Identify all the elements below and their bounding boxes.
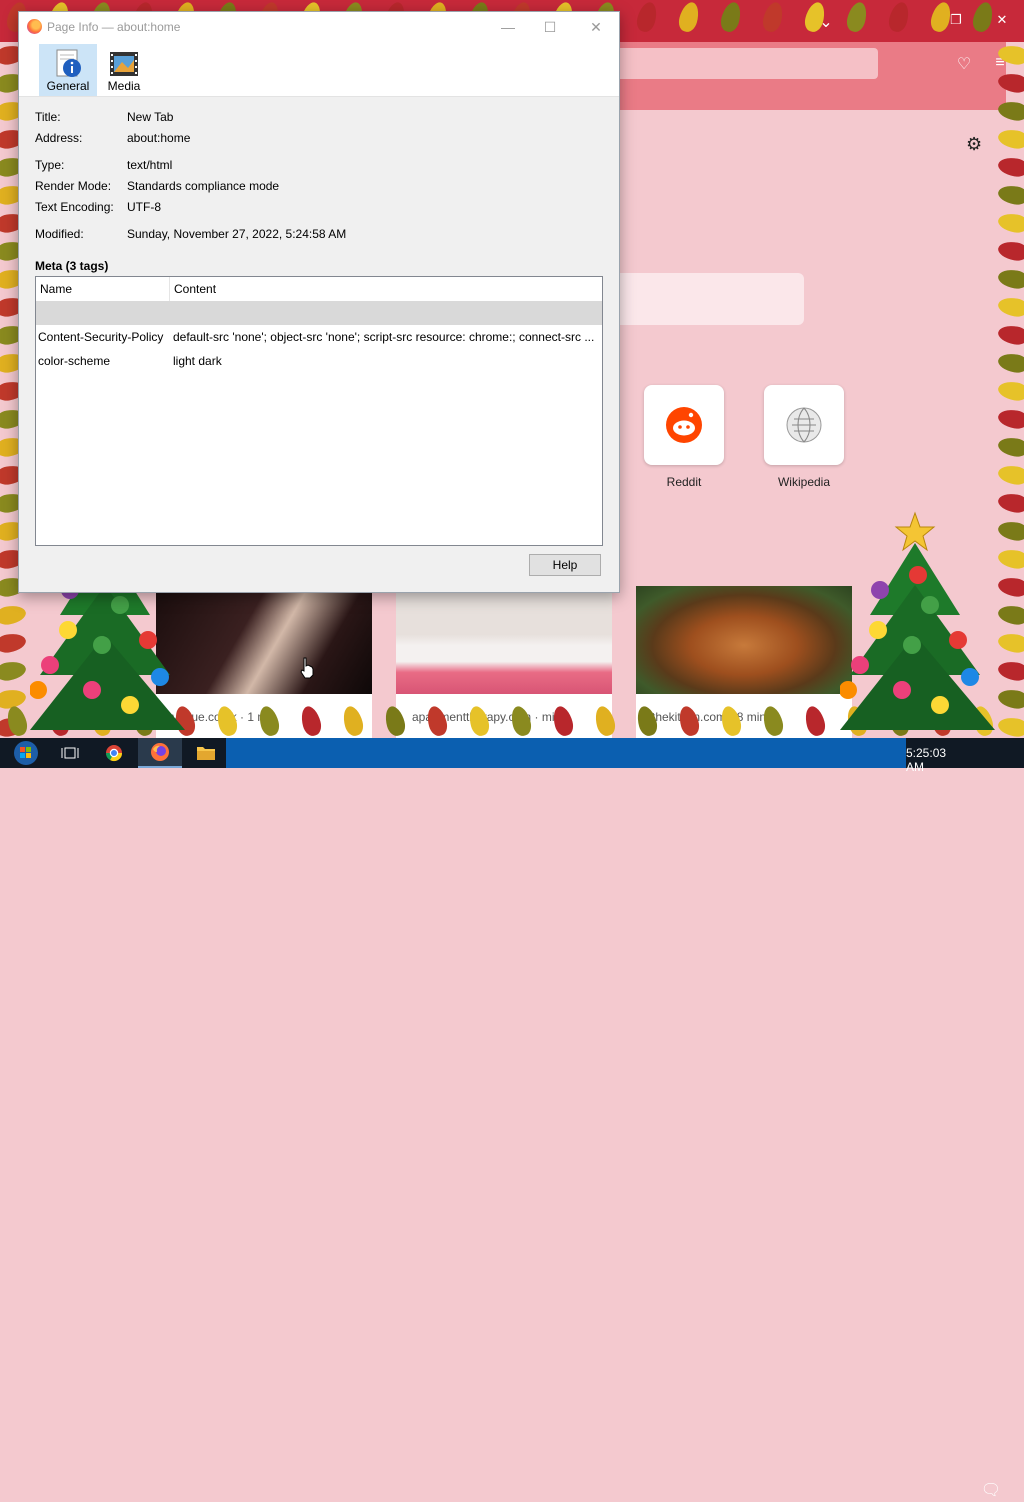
start-button[interactable] [4,738,48,768]
task-view-button[interactable] [48,738,92,768]
meta-table-header: Name Content [36,277,602,302]
field-render-mode-label: Render Mode: [35,179,112,193]
taskbar: 🗨 [0,738,1024,1499]
column-header-content[interactable]: Content [170,277,602,301]
general-info-icon [56,49,81,77]
story-source: thekitchn.com · 8 min [652,710,767,724]
story-image [396,586,612,694]
table-row[interactable]: color-scheme light dark [36,349,602,373]
tab-general-label: General [46,79,90,93]
folder-icon [197,747,215,760]
table-row[interactable] [36,301,602,325]
field-address-label: Address: [35,131,83,145]
meta-content-cell: default-src 'none'; object-src 'none'; s… [173,330,595,344]
restore-window-icon[interactable]: ❐ [946,12,966,28]
page-info-dialog: Page Info — about:home — ☐ ✕ General Med… [18,11,620,593]
meta-table[interactable]: Name Content Content-Security-Policy def… [35,276,603,546]
newtab-search-box[interactable] [600,273,804,325]
tab-media-label: Media [107,79,141,93]
menu-icon[interactable]: ≡ [990,54,1010,72]
meta-content-cell: light dark [173,354,222,368]
meta-name-cell: color-scheme [38,354,111,368]
pocket-icon[interactable]: ♡ [954,54,974,74]
christmas-tree-right [840,511,995,730]
firefox-icon [27,19,42,34]
story-image [636,586,852,694]
field-title-value[interactable]: New Tab [127,110,173,124]
story-source: apartmenttherapy.com · min [412,710,562,724]
tab-media[interactable]: Media [95,44,153,96]
reddit-icon [666,407,702,443]
field-title-label: Title: [35,110,61,124]
file-explorer-button[interactable] [184,738,228,768]
help-button[interactable]: Help [529,554,601,576]
field-render-mode-value[interactable]: Standards compliance mode [127,179,279,193]
column-header-name[interactable]: Name [36,277,170,301]
firefox-taskbar-button[interactable] [138,738,182,768]
shortcut-wikipedia[interactable] [764,385,844,465]
dialog-title: Page Info — about:home [47,20,181,34]
table-row[interactable]: Content-Security-Policy default-src 'non… [36,325,602,349]
meta-heading: Meta (3 tags) [35,259,109,273]
dialog-titlebar: Page Info — about:home — ☐ ✕ [19,12,619,42]
field-address-value[interactable]: about:home [127,131,190,145]
task-view-icon [61,747,79,759]
firefox-taskbar-icon [151,743,169,761]
maximize-icon[interactable]: ☐ [535,16,565,38]
shortcut-reddit-label[interactable]: Reddit [634,475,734,489]
shortcut-wikipedia-label[interactable]: Wikipedia [754,475,854,489]
story-card[interactable]: thekitchn.com · 8 min [636,586,852,738]
meta-name-cell: Content-Security-Policy [38,330,164,344]
minimize-icon[interactable]: — [493,16,523,38]
field-modified-label: Modified: [35,227,84,241]
url-bar[interactable] [600,48,878,79]
story-card[interactable]: apartmenttherapy.com · min [396,586,612,738]
field-type-value[interactable]: text/html [127,158,172,172]
taskbar-accent [226,738,906,768]
wikipedia-globe-icon [786,407,822,443]
close-window-icon[interactable]: ✕ [992,12,1012,28]
settings-gear-icon[interactable]: ⚙ [966,134,982,155]
list-all-tabs-icon[interactable]: ⌄ [816,12,836,32]
windows-start-icon [14,741,38,765]
taskbar-clock[interactable]: 5:25:03 AM [906,746,966,774]
field-modified-value[interactable]: Sunday, November 27, 2022, 5:24:58 AM [127,227,346,241]
tab-general[interactable]: General [39,44,97,96]
field-type-label: Type: [35,158,65,172]
media-film-icon [110,52,138,76]
shortcut-reddit[interactable] [644,385,724,465]
close-icon[interactable]: ✕ [581,16,611,38]
field-text-encoding-label: Text Encoding: [35,200,114,214]
field-text-encoding-value[interactable]: UTF-8 [127,200,161,214]
dialog-toolbar: General Media [19,42,619,97]
chrome-icon [105,745,123,762]
action-center-icon[interactable]: 🗨 [980,1480,1002,1502]
chrome-taskbar-button[interactable] [92,738,136,768]
hand-cursor-icon [300,657,314,679]
